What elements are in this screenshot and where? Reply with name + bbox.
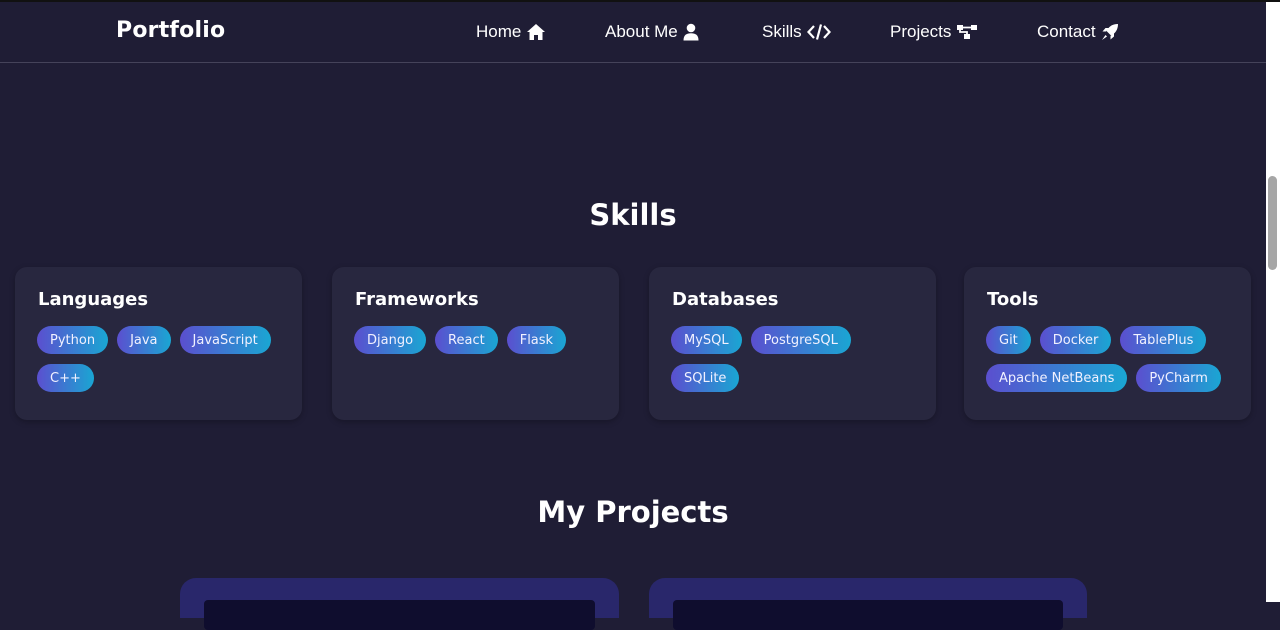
page-scrollbar[interactable] (1266, 2, 1280, 602)
skill-tag[interactable]: SQLite (671, 364, 740, 392)
skill-card-languages: Languages Python Java JavaScript C++ (15, 267, 302, 420)
nav-projects[interactable]: Projects (890, 21, 978, 43)
project-card[interactable] (180, 578, 619, 630)
nav-about-me-label: About Me (605, 22, 678, 41)
nav-home-label: Home (476, 22, 522, 41)
skill-tag[interactable]: Docker (1039, 326, 1112, 354)
rocket-icon (1101, 23, 1119, 41)
skill-tag[interactable]: Apache NetBeans (986, 364, 1128, 392)
skill-card-title: Languages (38, 289, 149, 310)
skill-tag[interactable]: Git (986, 326, 1031, 354)
scrollbar-thumb[interactable] (1268, 176, 1277, 270)
brand-logo[interactable]: Portfolio (116, 18, 225, 43)
nav-home[interactable]: Home (476, 21, 546, 43)
navbar: Portfolio Home About Me Skills Projects … (0, 2, 1266, 63)
skill-tags: Python Java JavaScript C++ (37, 326, 280, 392)
skill-tag[interactable]: Java (117, 326, 171, 354)
nav-contact-label: Contact (1037, 22, 1096, 41)
skill-tag[interactable]: TablePlus (1120, 326, 1207, 354)
project-preview (673, 600, 1063, 630)
skill-tag[interactable]: PostgreSQL (750, 326, 851, 354)
nav-projects-label: Projects (890, 22, 952, 41)
skill-card-title: Tools (987, 289, 1039, 310)
projects-heading: My Projects (537, 495, 729, 529)
code-icon (806, 23, 831, 41)
skill-card-title: Frameworks (355, 289, 479, 310)
sitemap-icon (956, 24, 978, 40)
skill-tags: MySQL PostgreSQL SQLite (671, 326, 914, 392)
project-card[interactable] (649, 578, 1087, 630)
nav-skills-label: Skills (762, 22, 802, 41)
skill-card-title: Databases (672, 289, 779, 310)
nav-skills[interactable]: Skills (762, 21, 831, 43)
skill-tag[interactable]: JavaScript (179, 326, 271, 354)
skill-tag[interactable]: Python (37, 326, 109, 354)
skill-tag[interactable]: C++ (37, 364, 94, 392)
nav-contact[interactable]: Contact (1037, 21, 1119, 43)
nav-about-me[interactable]: About Me (605, 21, 699, 43)
skill-tags: Django React Flask (354, 326, 597, 354)
skill-tags: Git Docker TablePlus Apache NetBeans PyC… (986, 326, 1229, 392)
home-icon (526, 23, 546, 41)
skill-card-tools: Tools Git Docker TablePlus Apache NetBea… (964, 267, 1251, 420)
project-preview (204, 600, 595, 630)
skills-heading: Skills (589, 198, 677, 232)
skill-card-databases: Databases MySQL PostgreSQL SQLite (649, 267, 936, 420)
skill-tag[interactable]: Flask (506, 326, 567, 354)
skill-tag[interactable]: React (435, 326, 498, 354)
user-icon (683, 23, 699, 41)
skill-tag[interactable]: MySQL (671, 326, 742, 354)
skill-tag[interactable]: Django (354, 326, 427, 354)
skill-card-frameworks: Frameworks Django React Flask (332, 267, 619, 420)
skill-tag[interactable]: PyCharm (1136, 364, 1221, 392)
